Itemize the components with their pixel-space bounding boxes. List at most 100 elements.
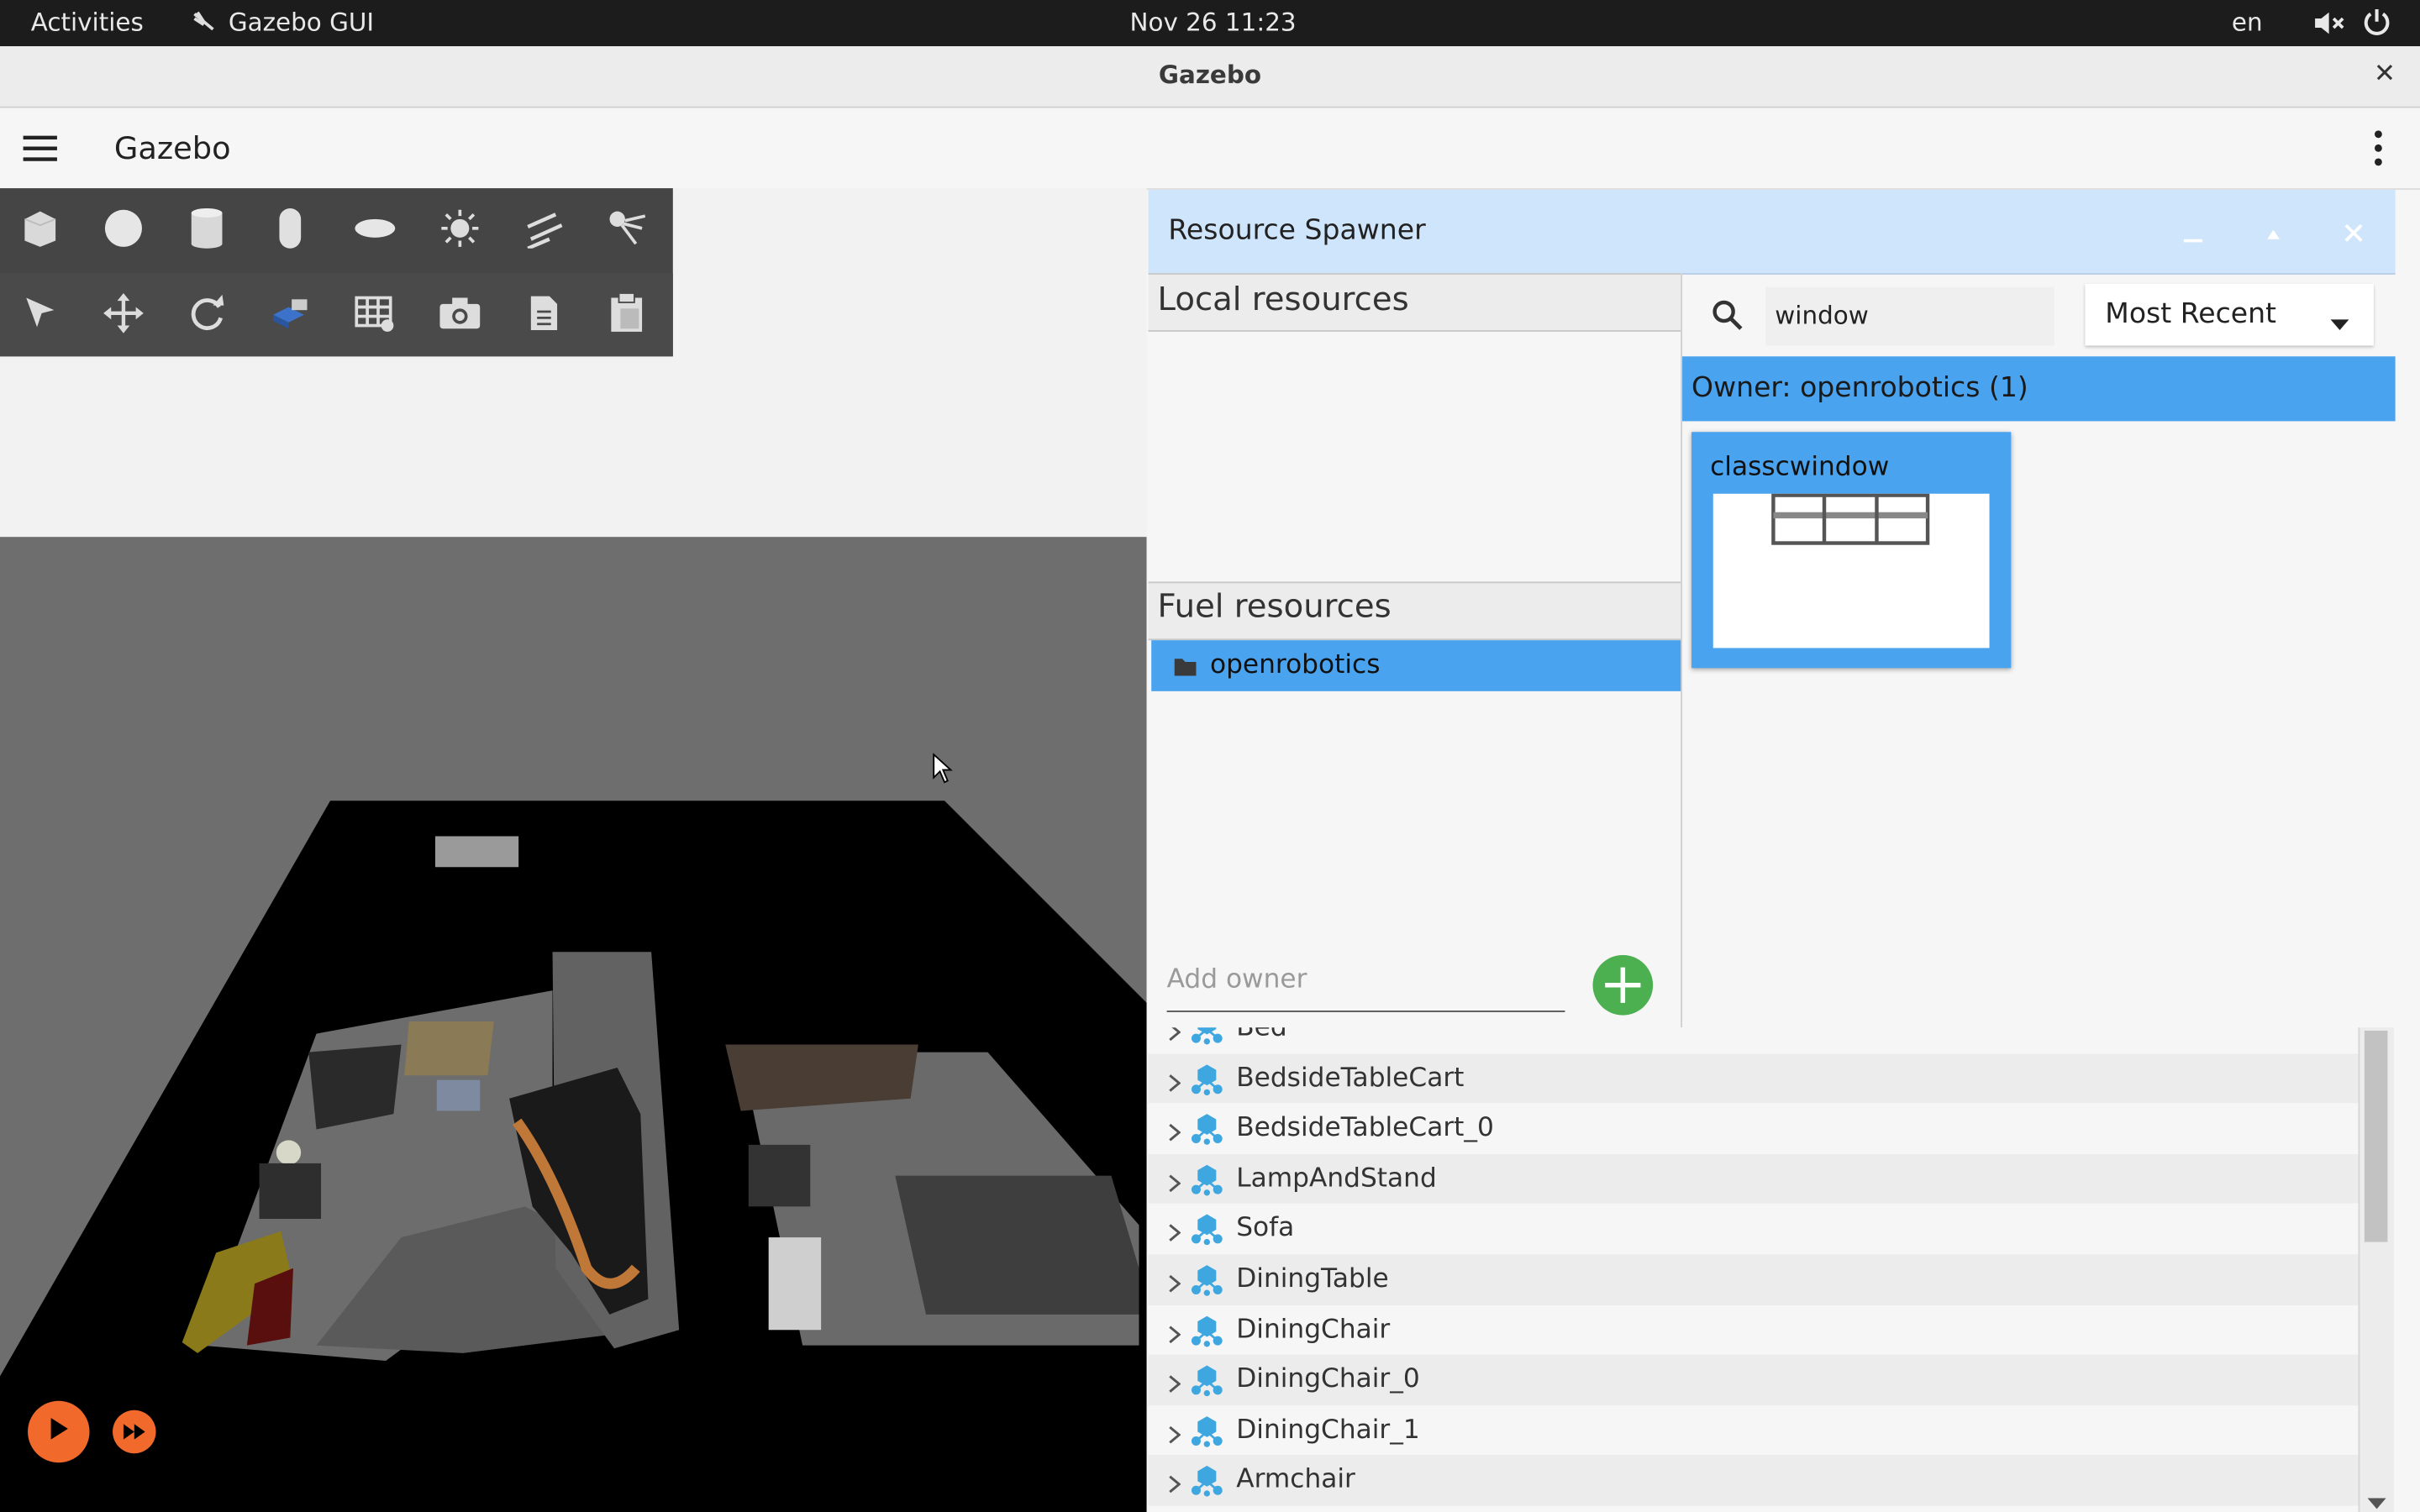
minimize-icon[interactable] <box>2182 221 2204 243</box>
spot-light-icon[interactable] <box>599 201 655 256</box>
clock[interactable]: Nov 26 11:23 <box>1129 8 1296 37</box>
paste-icon[interactable] <box>599 286 655 341</box>
activities-button[interactable]: Activities <box>31 8 144 37</box>
app-menu-button[interactable]: Gazebo GUI <box>229 8 374 37</box>
mouse-cursor-icon <box>932 753 954 790</box>
scene-3d-viewport[interactable] <box>0 188 1147 1512</box>
entity-name: Bed <box>1236 1027 1287 1043</box>
entity-tree-row[interactable]: BedsideTableCart <box>1148 1053 2359 1104</box>
owner-results-header: Owner: openrobotics (1) <box>1682 356 2396 422</box>
owner-results-label: Owner: openrobotics (1) <box>1691 371 2028 405</box>
chevron-right-icon[interactable] <box>1168 1169 1181 1192</box>
scroll-down-icon[interactable] <box>2367 1488 2386 1509</box>
add-owner-field[interactable]: Add owner <box>1166 952 1565 1012</box>
entity-name: DiningChair_1 <box>1236 1414 1420 1446</box>
system-top-bar: Activities Gazebo GUI Nov 26 11:23 en <box>0 0 2420 47</box>
rotate-icon[interactable] <box>179 286 234 341</box>
sphere-icon[interactable] <box>96 201 151 256</box>
entity-tree-row[interactable]: DiningChair <box>1149 1305 2359 1355</box>
entity-name: DiningChair <box>1236 1314 1391 1345</box>
entity-tree-row[interactable]: Armchair <box>1148 1455 2359 1506</box>
model-icon <box>1190 1061 1223 1095</box>
add-owner-placeholder: Add owner <box>1166 963 1307 995</box>
chevron-right-icon[interactable] <box>1168 1270 1181 1293</box>
app-title: Gazebo <box>113 129 231 167</box>
kebab-menu-icon[interactable] <box>2370 129 2386 166</box>
ellipsoid-icon[interactable] <box>347 201 402 256</box>
chevron-right-icon[interactable] <box>1168 1027 1181 1042</box>
scrollbar-thumb[interactable] <box>2364 1030 2388 1242</box>
close-icon[interactable] <box>2344 219 2363 242</box>
entity-tree-row[interactable]: Sofa <box>1149 1204 2359 1254</box>
chevron-right-icon[interactable] <box>1168 1320 1181 1343</box>
window-title: Gazebo <box>1158 60 1262 90</box>
translate-icon[interactable] <box>96 286 151 341</box>
copy-icon[interactable] <box>515 286 571 341</box>
resource-spawner-panel: Resource Spawner Local resources Fuel re… <box>1148 189 2396 1028</box>
entity-tree-row[interactable]: DiningChair_0 <box>1148 1354 2359 1405</box>
view-angle-icon[interactable] <box>262 286 318 341</box>
sort-dropdown[interactable]: Most Recent <box>2085 283 2374 346</box>
box-icon[interactable] <box>13 201 68 256</box>
collapse-icon[interactable] <box>2264 221 2282 239</box>
model-icon <box>1190 1111 1223 1146</box>
resource-sources-pane: Local resources Fuel resources openrobot… <box>1148 273 1683 1028</box>
chevron-right-icon[interactable] <box>1168 1068 1181 1091</box>
chevron-right-icon[interactable] <box>1168 1119 1181 1142</box>
entity-name: BedsideTableCart <box>1236 1062 1465 1094</box>
grid-snap-icon[interactable] <box>347 286 402 341</box>
entity-name: Armchair <box>1236 1464 1355 1496</box>
fuel-resources-header: Fuel resources <box>1148 581 1681 641</box>
entity-tree-row[interactable]: BedsideTableCart_0 <box>1149 1104 2359 1154</box>
model-icon <box>1190 1162 1223 1196</box>
language-indicator[interactable]: en <box>2232 8 2263 37</box>
capsule-icon[interactable] <box>262 201 318 256</box>
chevron-right-icon[interactable] <box>1168 1370 1181 1394</box>
entity-tree-row[interactable]: DiningTable <box>1148 1254 2359 1305</box>
folder-icon <box>1173 654 1197 676</box>
point-light-icon[interactable] <box>432 201 487 256</box>
model-icon <box>1190 1413 1223 1447</box>
fast-forward-icon <box>122 1417 146 1446</box>
entity-name: DiningChair_0 <box>1236 1364 1420 1395</box>
entity-tree-row[interactable]: DiningChair_1 <box>1149 1405 2359 1456</box>
app-bar: Gazebo <box>0 108 2420 190</box>
search-value: window <box>1775 301 1869 331</box>
hamburger-menu-icon[interactable] <box>23 133 57 164</box>
window-close-button[interactable]: ✕ <box>2374 59 2396 90</box>
resource-spawner-title-bar[interactable]: Resource Spawner <box>1148 189 2396 275</box>
chevron-right-icon[interactable] <box>1168 1220 1181 1242</box>
chevron-right-icon[interactable] <box>1168 1471 1181 1494</box>
entity-tree-scrollbar[interactable] <box>2358 1027 2394 1512</box>
entity-tree-row[interactable]: Bed <box>1149 1027 2359 1053</box>
resource-thumbnail <box>1712 493 1990 648</box>
volume-muted-icon[interactable] <box>2312 8 2345 39</box>
sort-selected-label: Most Recent <box>2105 297 2277 331</box>
entity-tree-row[interactable]: LampAndStand <box>1148 1153 2359 1205</box>
plus-icon <box>1605 967 1641 1003</box>
local-resources-header: Local resources <box>1148 273 1681 332</box>
window-model-thumbnail-icon <box>1771 493 1930 545</box>
power-icon[interactable] <box>2361 6 2392 37</box>
search-input[interactable]: window <box>1765 286 2054 346</box>
model-icon <box>1190 1362 1223 1397</box>
resource-card-classcwindow[interactable]: classcwindow <box>1691 432 2012 669</box>
add-owner-button[interactable] <box>1592 954 1654 1016</box>
step-forward-button[interactable] <box>113 1410 156 1454</box>
screenshot-icon[interactable] <box>432 286 487 341</box>
fuel-owner-item-openrobotics[interactable]: openrobotics <box>1151 640 1681 691</box>
model-icon <box>1190 1312 1223 1347</box>
model-icon <box>1190 1212 1223 1246</box>
chevron-down-icon <box>2330 308 2349 331</box>
directional-light-icon[interactable] <box>515 201 571 256</box>
entity-name: LampAndStand <box>1236 1163 1437 1194</box>
entity-name: Sofa <box>1236 1213 1295 1245</box>
cylinder-icon[interactable] <box>179 201 234 256</box>
select-icon[interactable] <box>13 286 68 341</box>
model-icon <box>1190 1027 1223 1045</box>
play-button[interactable] <box>28 1400 90 1463</box>
local-resources-label: Local resources <box>1157 281 1409 318</box>
chevron-right-icon[interactable] <box>1168 1420 1181 1444</box>
entity-tree: Bed BedsideTableCart BedsideTableCart_0 Lam… <box>1148 1027 2359 1512</box>
search-icon <box>1710 297 1744 331</box>
